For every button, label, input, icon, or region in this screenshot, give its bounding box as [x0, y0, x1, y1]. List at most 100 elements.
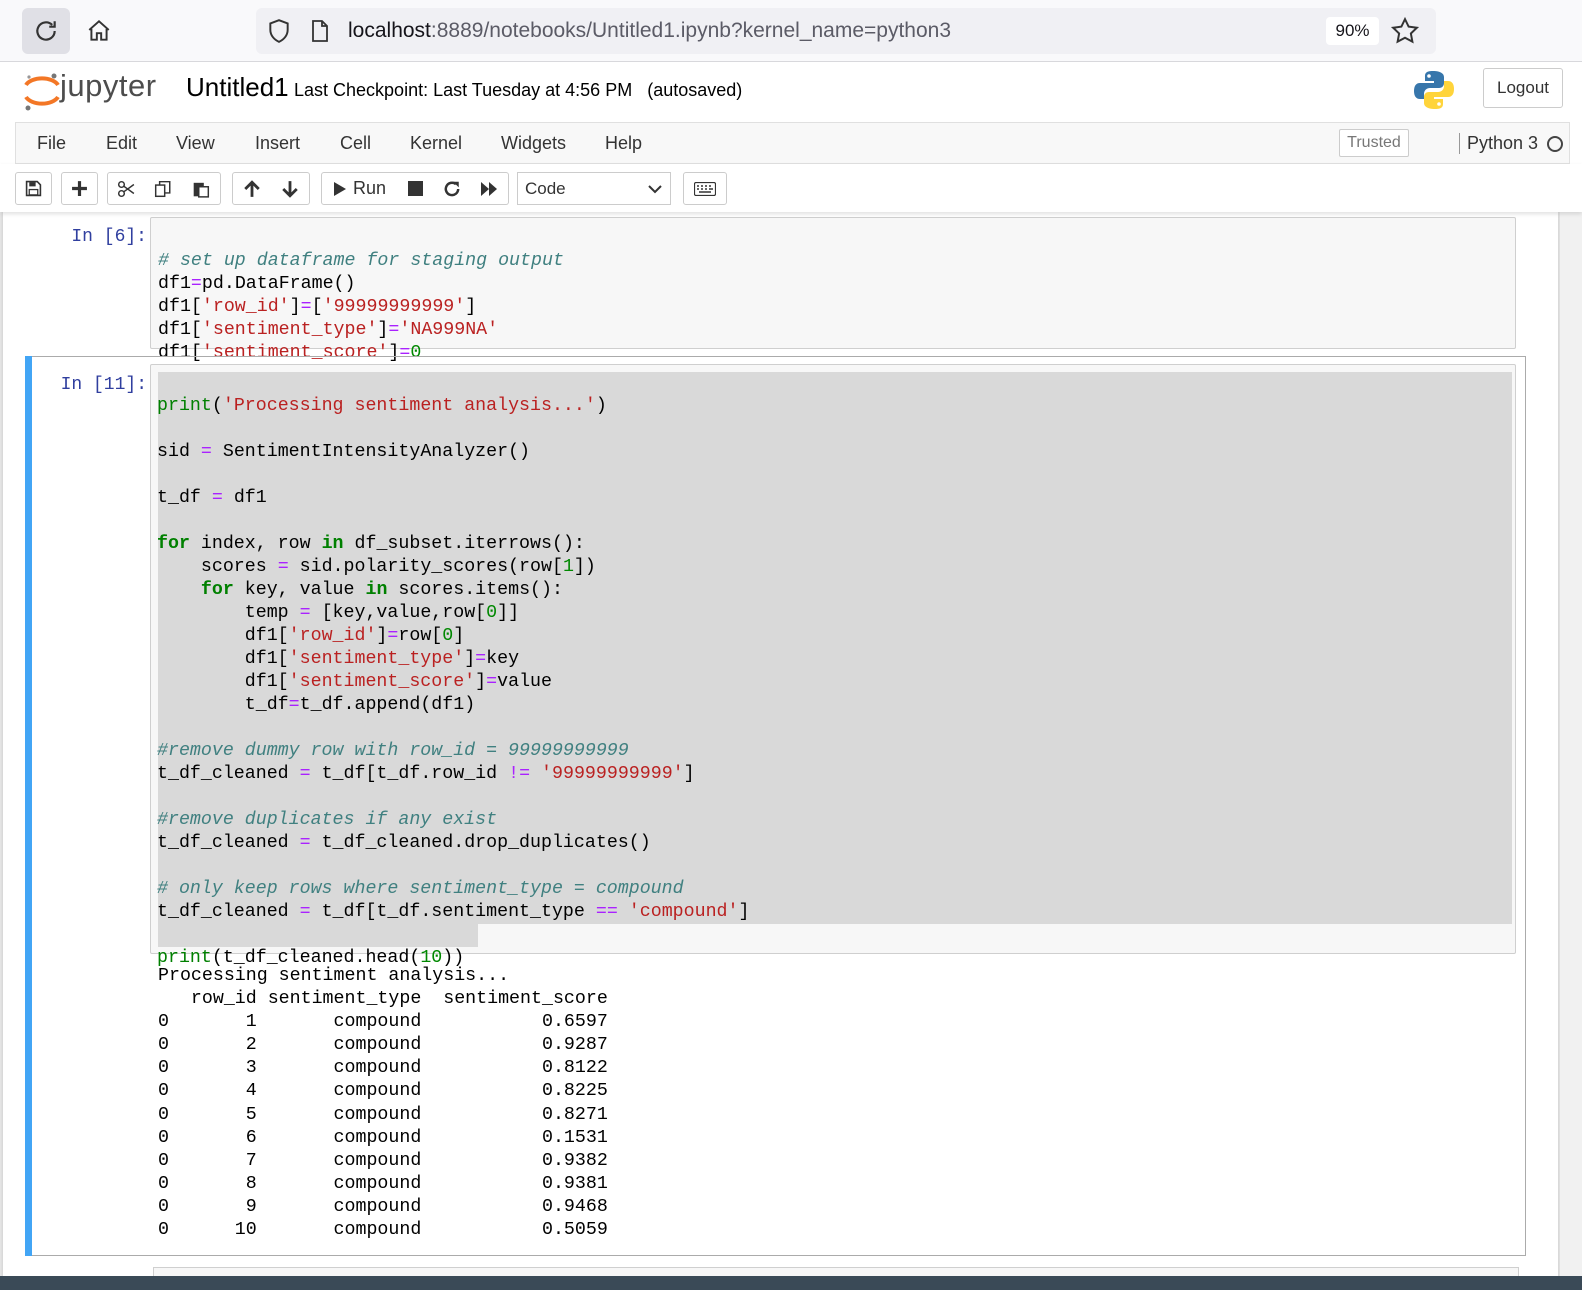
code-editor[interactable]: print('Processing sentiment analysis...'…	[157, 372, 749, 970]
cell-prompt: In [11]:	[60, 375, 147, 395]
output-table-row: 0 6 compound 0.1531	[158, 1127, 608, 1148]
code-line: df1['sentiment_score']=value	[157, 672, 552, 692]
kernel-idle-indicator	[1547, 136, 1563, 152]
code-line: temp = [key,value,row[0]]	[157, 603, 520, 623]
cut-button[interactable]	[107, 172, 145, 205]
taskbar-edge	[0, 1276, 1582, 1290]
code-line: sid = SentimentIntensityAnalyzer()	[157, 442, 531, 462]
output-line: Processing sentiment analysis...	[158, 966, 510, 986]
move-up-button[interactable]	[232, 172, 271, 205]
browser-toolbar: localhost:8889/notebooks/Untitled1.ipynb…	[0, 0, 1582, 62]
command-palette-button[interactable]	[683, 172, 727, 205]
page-icon[interactable]	[308, 18, 332, 44]
shield-icon[interactable]	[266, 18, 292, 44]
interrupt-kernel-button[interactable]	[397, 172, 434, 205]
output-table-row: 0 9 compound 0.9468	[158, 1196, 608, 1217]
checkpoint-status: Last Checkpoint: Last Tuesday at 4:56 PM…	[294, 80, 742, 101]
code-line: # only keep rows where sentiment_type = …	[157, 879, 684, 899]
restart-run-all-button[interactable]	[470, 172, 509, 205]
menubar: File Edit View Insert Cell Kernel Widget…	[15, 122, 1570, 164]
notebook-toolbar: Run Code	[0, 164, 1582, 212]
restart-icon	[444, 181, 459, 196]
play-icon	[333, 181, 346, 196]
cell-type-select[interactable]: Code	[517, 172, 671, 205]
menu-file[interactable]: File	[37, 133, 66, 154]
paste-button[interactable]	[181, 172, 221, 205]
copy-button[interactable]	[144, 172, 182, 205]
code-line: df1['sentiment_type']='NA999NA'	[158, 320, 499, 340]
bookmark-star-icon[interactable]	[1390, 16, 1420, 46]
cell-output: Processing sentiment analysis... row_id …	[158, 965, 608, 1242]
address-bar[interactable]: localhost:8889/notebooks/Untitled1.ipynb…	[256, 8, 1436, 54]
zoom-level-badge[interactable]: 90%	[1326, 17, 1379, 45]
arrow-up-icon	[243, 179, 260, 197]
keyboard-icon	[694, 181, 716, 196]
code-line: print('Processing sentiment analysis...'…	[157, 396, 607, 416]
output-table-row: 0 10 compound 0.5059	[158, 1220, 608, 1241]
url-path: :8889/notebooks/Untitled1.ipynb?kernel_n…	[430, 19, 952, 42]
url-host: localhost	[348, 19, 431, 42]
jupyter-header: jupyter Untitled1 Last Checkpoint: Last …	[0, 62, 1582, 122]
code-line: df1['sentiment_type']=key	[157, 649, 520, 669]
plus-icon	[72, 181, 87, 196]
arrow-down-icon	[281, 180, 298, 198]
reload-button[interactable]	[22, 8, 70, 54]
code-line: t_df=t_df.append(df1)	[157, 695, 476, 715]
code-editor[interactable]: # set up dataframe for staging output df…	[158, 227, 564, 365]
output-table-row: 0 8 compound 0.9381	[158, 1173, 608, 1194]
menu-edit[interactable]: Edit	[106, 133, 137, 154]
copy-icon	[154, 180, 170, 197]
kernel-name[interactable]: Python 3	[1459, 133, 1538, 154]
insert-cell-button[interactable]	[61, 172, 98, 205]
code-line: t_df_cleaned = t_df[t_df.sentiment_type …	[157, 902, 750, 922]
output-table-row: 0 5 compound 0.8271	[158, 1104, 608, 1125]
python-logo-icon	[1414, 71, 1454, 109]
code-line: t_df = df1	[157, 488, 267, 508]
output-table-row: 0 1 compound 0.6597	[158, 1012, 608, 1033]
output-table-header: row_id sentiment_type sentiment_score	[158, 989, 608, 1010]
paste-icon	[193, 182, 209, 198]
output-table-row: 0 3 compound 0.8122	[158, 1058, 608, 1079]
code-cell-input[interactable]: # set up dataframe for staging output df…	[150, 217, 1516, 363]
cell-type-value: Code	[525, 179, 566, 198]
save-button[interactable]	[15, 172, 52, 205]
notebook-container: In [6]: # set up dataframe for staging o…	[0, 212, 1582, 1290]
menu-help[interactable]: Help	[605, 133, 642, 154]
code-line: #remove dummy row with row_id = 99999999…	[157, 741, 629, 761]
code-line: df1['row_id']=row[0]	[157, 626, 465, 646]
chevron-down-icon	[648, 185, 662, 194]
code-line: df1['row_id']=['99999999999']	[158, 297, 477, 317]
code-line: scores = sid.polarity_scores(row[1])	[157, 557, 596, 577]
code-line: t_df_cleaned = t_df[t_df.row_id != '9999…	[157, 764, 695, 784]
menu-kernel[interactable]: Kernel	[410, 133, 462, 154]
code-line: for index, row in df_subset.iterrows():	[157, 534, 585, 554]
url-text: localhost:8889/notebooks/Untitled1.ipynb…	[348, 19, 951, 43]
code-line: for key, value in scores.items():	[200, 580, 563, 600]
scrollbar[interactable]	[1560, 212, 1582, 1290]
run-label: Run	[352, 178, 387, 198]
code-line: #remove duplicates if any exist	[157, 810, 498, 830]
trusted-badge[interactable]: Trusted	[1339, 129, 1409, 157]
code-line: # set up dataframe for staging output	[158, 251, 564, 271]
restart-kernel-button[interactable]	[433, 172, 471, 205]
home-button[interactable]	[75, 8, 123, 54]
jupyter-logo-icon[interactable]	[20, 69, 64, 113]
move-down-button[interactable]	[270, 172, 310, 205]
menu-widgets[interactable]: Widgets	[501, 133, 566, 154]
menu-insert[interactable]: Insert	[255, 133, 300, 154]
jupyter-logo-text[interactable]: jupyter	[60, 68, 157, 104]
code-line: t_df_cleaned = t_df_cleaned.drop_duplica…	[157, 833, 651, 853]
run-button[interactable]: Run	[321, 172, 398, 205]
code-line: df1=pd.DataFrame()	[158, 274, 356, 294]
autosave-status: (autosaved)	[647, 80, 743, 100]
logout-button[interactable]: Logout	[1483, 68, 1563, 108]
output-table-row: 0 4 compound 0.8225	[158, 1081, 608, 1102]
notebook-title[interactable]: Untitled1	[186, 72, 289, 103]
notebook-page: In [6]: # set up dataframe for staging o…	[3, 212, 1558, 1290]
menu-cell[interactable]: Cell	[340, 133, 371, 154]
stop-icon	[407, 181, 423, 196]
output-table-row: 0 7 compound 0.9382	[158, 1150, 608, 1171]
menu-view[interactable]: View	[176, 133, 215, 154]
cell-prompt: In [6]:	[71, 227, 147, 247]
home-icon	[88, 19, 110, 41]
